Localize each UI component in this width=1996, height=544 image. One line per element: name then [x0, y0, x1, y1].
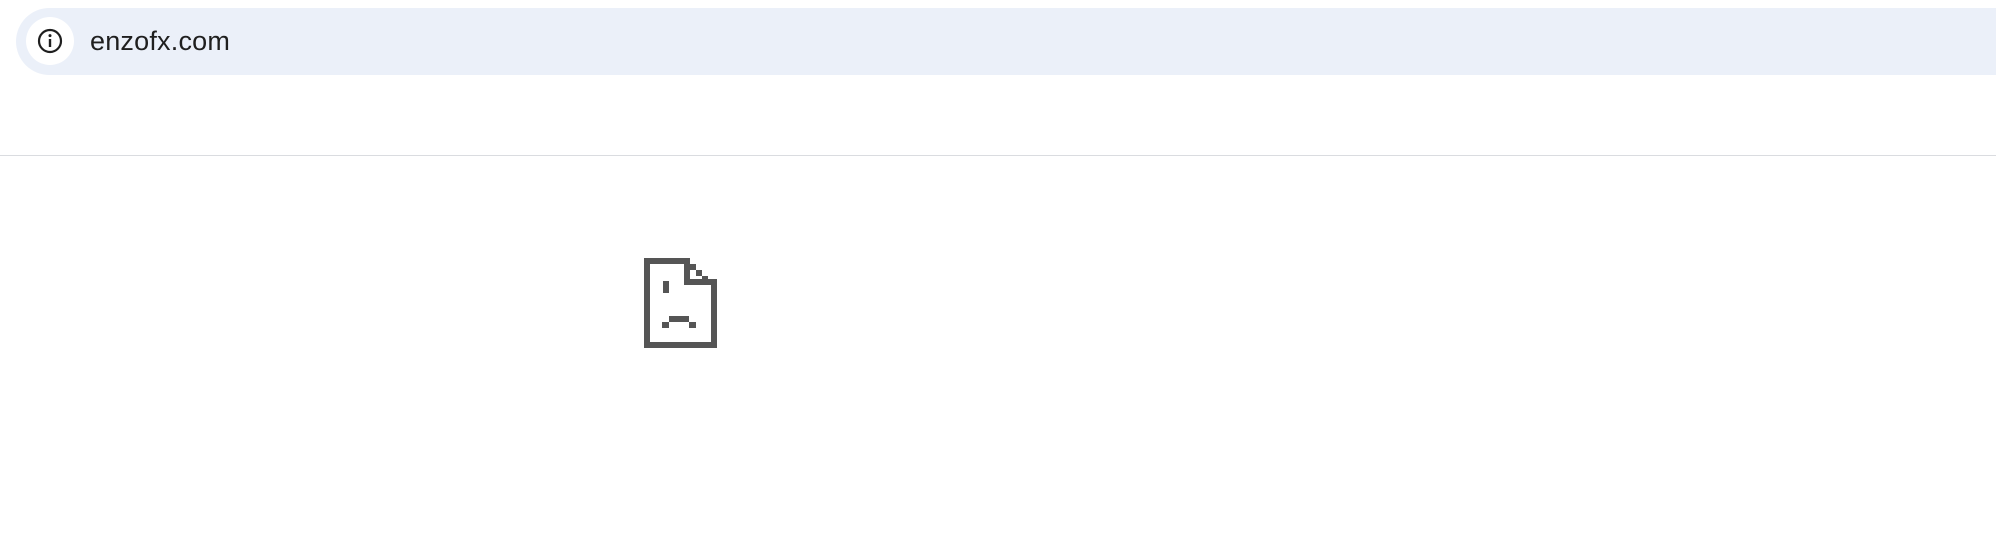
address-bar[interactable]: enzofx.com [16, 8, 1996, 75]
browser-toolbar: enzofx.com [0, 0, 1996, 156]
page-content [0, 157, 1996, 544]
sad-page-icon [644, 258, 717, 348]
info-icon [37, 28, 63, 54]
site-info-button[interactable] [26, 17, 74, 65]
url-text[interactable]: enzofx.com [90, 8, 230, 75]
